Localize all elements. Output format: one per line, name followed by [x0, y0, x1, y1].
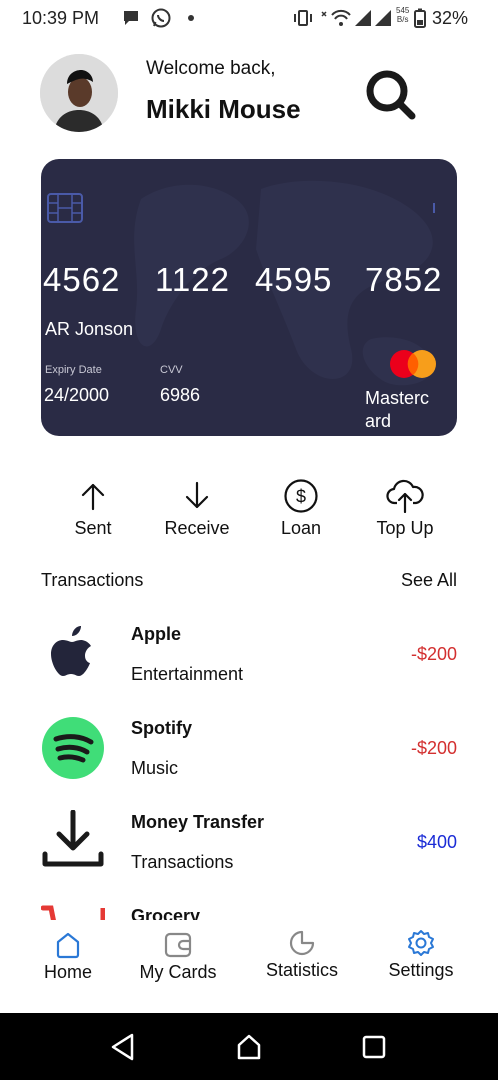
- card-menu-indicator: [433, 203, 435, 213]
- card-number-group-1: 4562: [43, 261, 121, 298]
- nav-settings-label: Settings: [388, 960, 454, 980]
- transaction-row-money-transfer[interactable]: Money Transfer Transactions $400: [0, 809, 498, 904]
- cloud-upload-icon: [360, 478, 450, 514]
- svg-text:$: $: [296, 487, 306, 507]
- transaction-category: Transactions: [131, 852, 234, 872]
- pie-chart-icon: [252, 928, 352, 958]
- nav-statistics-label: Statistics: [265, 960, 339, 980]
- spotify-logo-icon: [41, 716, 105, 780]
- user-name: Mikki Mouse: [146, 94, 301, 124]
- gear-icon: [376, 928, 466, 958]
- back-icon[interactable]: [110, 1033, 136, 1066]
- transaction-category: Music: [131, 758, 179, 778]
- expiry-label: Expiry Date: [45, 364, 102, 376]
- sent-button[interactable]: Sent: [48, 478, 138, 539]
- card-number-group-2: 1122: [155, 261, 230, 298]
- cvv-label: CVV: [160, 364, 183, 376]
- sent-label: Sent: [74, 518, 112, 538]
- card-number-group-3: 4595: [255, 261, 333, 298]
- mastercard-logo-icon: [387, 349, 439, 379]
- transaction-row-apple[interactable]: Apple Entertainment -$200: [0, 622, 498, 716]
- avatar[interactable]: [40, 54, 118, 132]
- top-up-label: Top Up: [376, 518, 434, 538]
- transaction-amount: -$200: [410, 738, 457, 758]
- welcome-text: Welcome back,: [146, 58, 276, 79]
- nav-home-label: Home: [43, 962, 92, 982]
- transaction-name: Spotify: [131, 718, 192, 738]
- chat-notification-icon: [122, 9, 140, 32]
- whatsapp-icon: [150, 7, 172, 34]
- nav-my-cards-label: My Cards: [139, 962, 217, 982]
- signal-icon-2: [374, 9, 392, 32]
- status-bar: 10:39 PM 545 B/s 32%: [0, 0, 498, 36]
- home-button-icon[interactable]: [236, 1033, 262, 1066]
- transaction-amount: $400: [416, 832, 457, 852]
- card-holder-name: AR Jonson: [45, 319, 134, 339]
- receive-label: Receive: [164, 518, 230, 538]
- search-button[interactable]: [360, 66, 420, 122]
- wallet-icon: [128, 930, 228, 960]
- see-all-link[interactable]: See All: [401, 570, 457, 591]
- card-number-group-4: 7852: [365, 261, 443, 298]
- wifi-icon: [318, 8, 354, 33]
- arrow-up-icon: [48, 478, 138, 514]
- recents-icon[interactable]: [362, 1035, 386, 1064]
- cvv-value: 6986: [160, 385, 201, 405]
- vibrate-icon: [292, 9, 314, 32]
- transaction-category: Entertainment: [131, 664, 244, 684]
- card-chip-icon: [47, 193, 83, 223]
- network-speed: 545 B/s: [396, 6, 410, 24]
- search-icon: [366, 70, 416, 120]
- more-notifications-icon: [188, 15, 194, 21]
- nav-home[interactable]: Home: [28, 930, 108, 983]
- card-brand-name: Masterc ard: [365, 388, 430, 431]
- transaction-name: Apple: [131, 624, 182, 644]
- system-navigation-bar: [0, 1013, 498, 1080]
- loan-label: Loan: [280, 518, 322, 538]
- expiry-value: 24/2000: [44, 385, 110, 405]
- arrow-down-icon: [152, 478, 242, 514]
- nav-settings[interactable]: Settings: [376, 928, 466, 981]
- battery-icon: [414, 8, 426, 33]
- profile-photo: [40, 54, 118, 132]
- home-icon: [28, 930, 108, 960]
- download-icon: [41, 809, 105, 874]
- credit-card[interactable]: 4562 1122 4595 7852 AR Jonson Expiry Dat…: [41, 159, 457, 436]
- transaction-row-spotify[interactable]: Spotify Music -$200: [0, 716, 498, 810]
- transaction-name: Money Transfer: [131, 812, 265, 832]
- status-time: 10:39 PM: [22, 8, 100, 28]
- battery-percentage: 32%: [431, 8, 468, 28]
- signal-icon-1: [354, 9, 372, 32]
- apple-logo-icon: [41, 622, 105, 686]
- top-up-button[interactable]: Top Up: [360, 478, 450, 539]
- receive-button[interactable]: Receive: [152, 478, 242, 539]
- bottom-navigation: Home My Cards Statistics Settings: [0, 920, 498, 1012]
- nav-statistics[interactable]: Statistics: [252, 928, 352, 981]
- transactions-heading: Transactions: [41, 570, 144, 590]
- loan-button[interactable]: $ Loan: [256, 478, 346, 539]
- transaction-amount: -$200: [410, 644, 457, 664]
- dollar-circle-icon: $: [256, 478, 346, 514]
- nav-my-cards[interactable]: My Cards: [128, 930, 228, 983]
